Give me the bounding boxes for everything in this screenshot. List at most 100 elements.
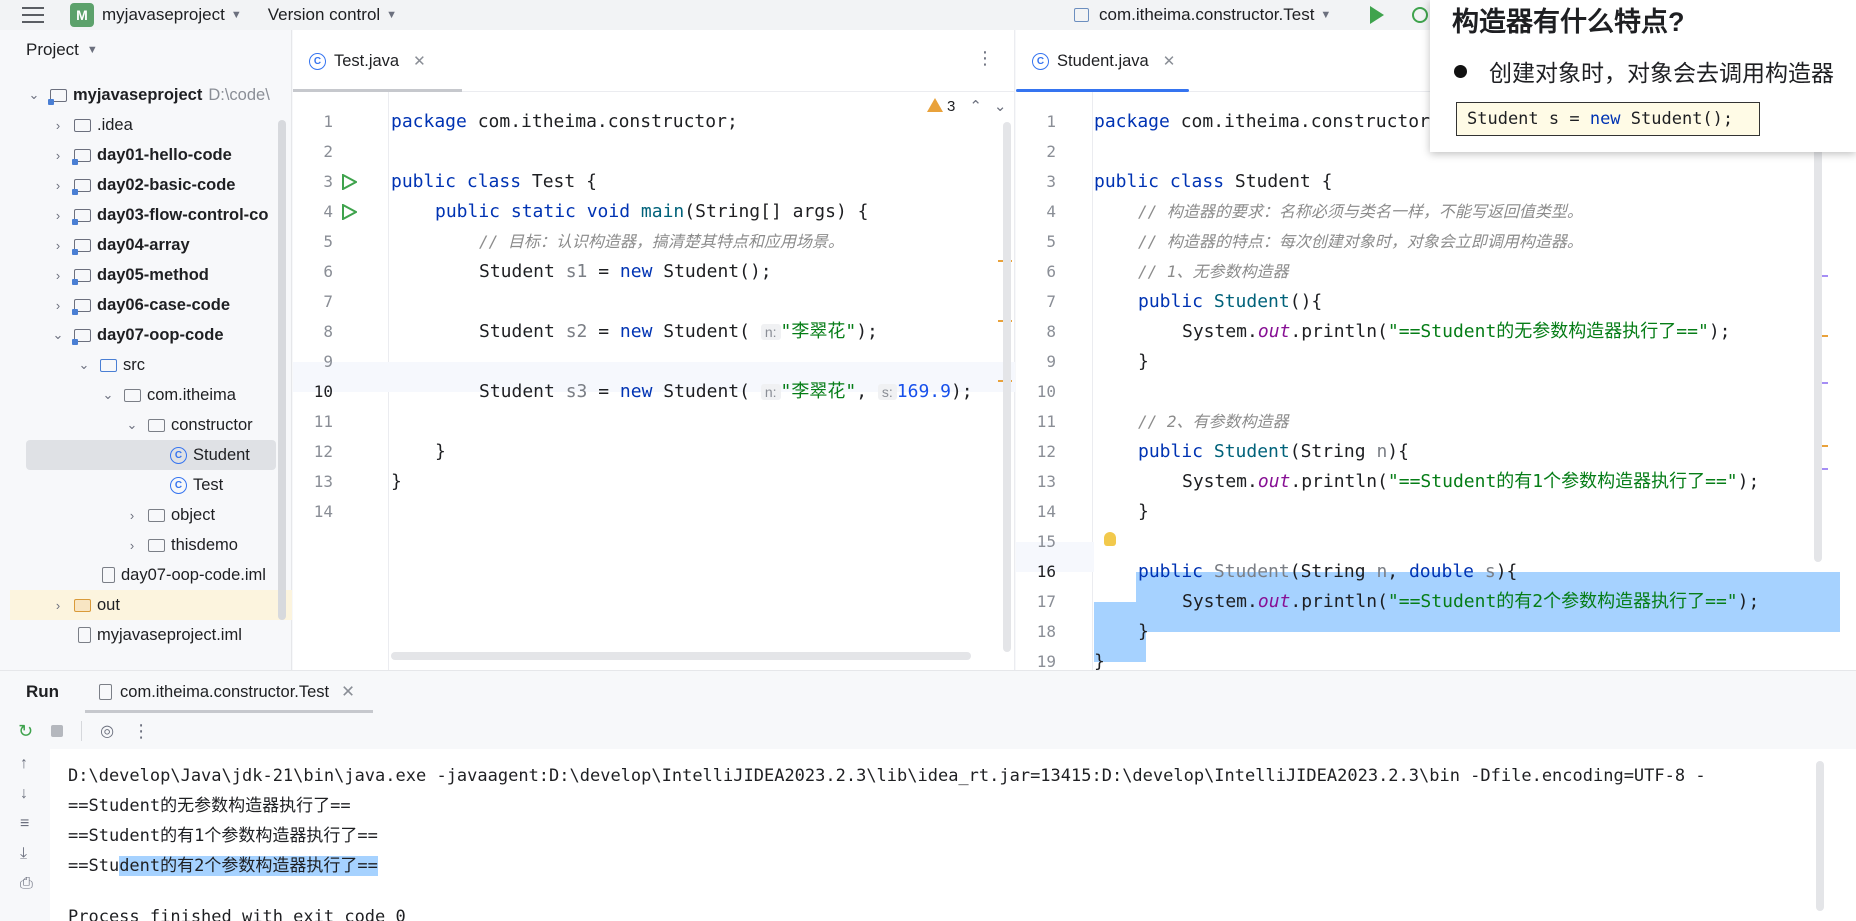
tree-item-com-itheima[interactable]: ⌄ com.itheima	[100, 380, 236, 410]
module-folder-icon	[72, 238, 91, 255]
console-scrollbar[interactable]	[1816, 761, 1824, 911]
line-number: 9	[1046, 352, 1056, 371]
chevron-right-icon[interactable]: ›	[124, 538, 140, 553]
code-token: com.itheima.constructor;	[466, 111, 738, 132]
tab-test-java[interactable]: C Test.java ✕	[293, 31, 462, 92]
close-icon[interactable]: ✕	[413, 52, 426, 70]
chevron-up-icon[interactable]: ⌃	[969, 98, 982, 115]
line-number: 7	[323, 292, 333, 311]
line-number: 17	[1036, 592, 1056, 611]
tree-item-src[interactable]: ⌄ src	[76, 350, 145, 380]
tree-item-day03[interactable]: › day03-flow-control-co	[50, 200, 292, 230]
code-token: ){	[1387, 441, 1409, 462]
stop-icon[interactable]	[51, 725, 64, 737]
arrow-up-icon[interactable]: ↑	[20, 755, 28, 773]
console-line: ==Student的无参数构造器执行了==	[68, 796, 351, 816]
editor-test-java[interactable]: C Test.java ✕ ⋮ 1 2 3 4 5 6 7 8 9 10 11 …	[293, 30, 1015, 670]
chevron-down-icon[interactable]: ▼	[386, 9, 397, 21]
tree-item-project-iml[interactable]: myjavaseproject.iml	[70, 620, 242, 650]
tree-item-student[interactable]: C Student	[26, 440, 276, 470]
lightbulb-icon[interactable]	[1104, 532, 1116, 546]
tree-item-label: .idea	[97, 115, 133, 134]
rerun-icon[interactable]: ↻	[18, 721, 33, 742]
tree-item-thisdemo[interactable]: › thisdemo	[124, 530, 238, 560]
run-configuration-selector[interactable]: com.itheima.constructor.Test ▼	[1074, 5, 1331, 25]
tree-item-test[interactable]: C Test	[170, 470, 223, 500]
editor-tabs: C Test.java ✕ ⋮	[293, 30, 1014, 92]
run-icon[interactable]	[1370, 6, 1384, 24]
main-menu-icon[interactable]	[22, 7, 44, 23]
close-icon[interactable]: ✕	[341, 682, 355, 702]
tree-item-day04[interactable]: › day04-array	[50, 230, 190, 260]
tree-item-out[interactable]: › out	[10, 590, 292, 620]
version-control-menu[interactable]: Version control	[268, 5, 380, 25]
arrow-down-icon[interactable]: ↓	[20, 785, 28, 803]
debug-icon[interactable]	[1412, 7, 1428, 23]
code-token: s2	[565, 321, 588, 342]
project-badge[interactable]: M	[70, 3, 94, 27]
run-gutter-icon[interactable]	[341, 174, 357, 190]
class-icon: C	[1032, 52, 1049, 70]
project-scrollbar[interactable]	[278, 120, 286, 620]
excluded-folder-icon	[74, 598, 91, 612]
chevron-down-icon[interactable]: ▼	[231, 9, 242, 21]
code-token: Student	[1203, 441, 1290, 462]
project-name[interactable]: myjavaseproject	[102, 5, 225, 25]
code-token: System.	[1182, 321, 1258, 342]
code-token: );	[1737, 591, 1760, 612]
package-icon	[148, 538, 165, 552]
bullet-icon	[1454, 64, 1467, 78]
chevron-right-icon[interactable]: ›	[50, 208, 66, 223]
chevron-right-icon[interactable]: ›	[50, 598, 66, 613]
tree-item-idea[interactable]: › .idea	[50, 110, 133, 140]
more-icon[interactable]: ⋮	[132, 721, 150, 742]
tree-item-day05[interactable]: › day05-method	[50, 260, 209, 290]
chevron-right-icon[interactable]: ›	[50, 298, 66, 313]
chevron-right-icon[interactable]: ›	[50, 148, 66, 163]
soft-wrap-icon[interactable]: ≡	[20, 815, 29, 833]
tree-item-day07[interactable]: ⌄ day07-oop-code	[50, 320, 224, 350]
chevron-down-icon[interactable]: ⌄	[994, 98, 1007, 115]
chevron-right-icon[interactable]: ›	[124, 508, 140, 523]
scroll-end-icon[interactable]: ⤓	[20, 845, 27, 863]
chevron-down-icon[interactable]: ▼	[87, 44, 98, 56]
code-comment: // 2、有参数构造器	[1138, 412, 1289, 431]
tree-item-label: day02-basic-code	[97, 175, 236, 194]
tab-student-java[interactable]: C Student.java ✕	[1016, 31, 1190, 92]
chevron-right-icon[interactable]: ›	[50, 238, 66, 253]
code-token: ,	[856, 381, 878, 402]
chevron-down-icon[interactable]: ⌄	[124, 417, 140, 433]
tree-item-day01[interactable]: › day01-hello-code	[50, 140, 232, 170]
tree-item-constructor[interactable]: ⌄ constructor	[124, 410, 253, 440]
editor-scrollbar[interactable]	[1003, 122, 1011, 652]
tree-item-object[interactable]: › object	[124, 500, 215, 530]
chevron-right-icon[interactable]: ›	[50, 118, 66, 133]
tree-item-day06[interactable]: › day06-case-code	[50, 290, 230, 320]
project-panel-header[interactable]: Project ▼	[0, 30, 291, 70]
inspection-widget[interactable]: 3 ⌃ ⌄	[927, 97, 1007, 115]
chevron-down-icon[interactable]: ⌄	[100, 387, 116, 403]
tree-item-iml[interactable]: day07-oop-code.iml	[94, 560, 266, 590]
chevron-right-icon[interactable]: ›	[50, 268, 66, 283]
editor-scrollbar[interactable]	[1814, 122, 1822, 562]
tree-item-myjavaseproject[interactable]: ⌄ myjavaseproject D:\code\	[26, 80, 292, 110]
code-token: new	[1589, 109, 1621, 129]
tree-item-day02[interactable]: › day02-basic-code	[50, 170, 235, 200]
code-token: main	[630, 201, 685, 222]
screenshot-icon[interactable]: ◎	[100, 721, 114, 741]
run-gutter-icon[interactable]	[341, 204, 357, 220]
chevron-right-icon[interactable]: ›	[50, 178, 66, 193]
close-icon[interactable]: ✕	[1163, 52, 1176, 70]
run-tab[interactable]: com.itheima.constructor.Test ✕	[85, 671, 373, 713]
console-line: ==Student的有1个参数构造器执行了==	[68, 826, 378, 846]
print-icon[interactable]: ⎙	[20, 875, 33, 893]
more-icon[interactable]: ⋮	[976, 48, 994, 69]
horizontal-scrollbar[interactable]	[391, 652, 971, 660]
chevron-down-icon[interactable]: ⌄	[76, 357, 92, 373]
module-folder-icon	[72, 148, 91, 165]
slide-title: 构造器有什么特点?	[1452, 7, 1685, 37]
code-token: public class	[1094, 171, 1225, 192]
chevron-down-icon[interactable]: ⌄	[50, 327, 66, 343]
chevron-down-icon[interactable]: ⌄	[26, 87, 42, 103]
code-line: }	[391, 471, 402, 492]
